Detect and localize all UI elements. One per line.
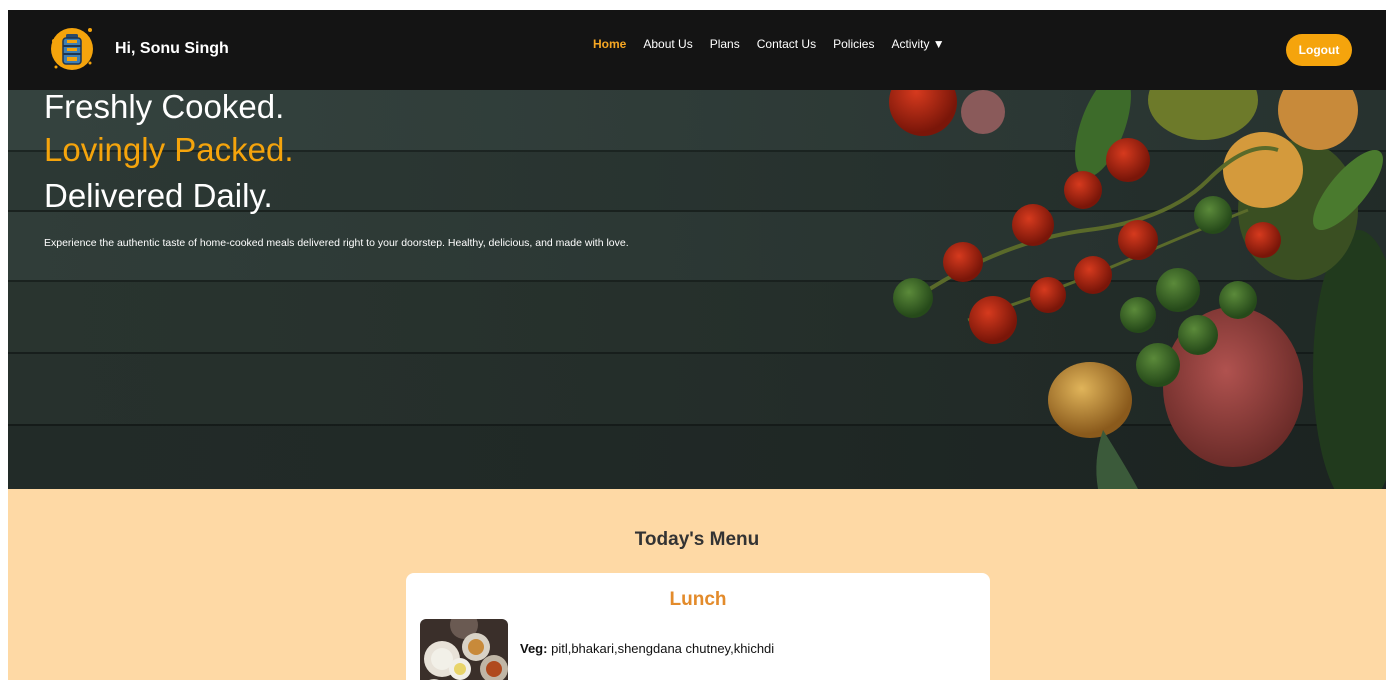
- meal-thali-image: [420, 619, 508, 680]
- nav-plans[interactable]: Plans: [710, 37, 740, 51]
- hero-banner: Freshly Cooked. Lovingly Packed. Deliver…: [8, 90, 1386, 489]
- hero-heading-line-2: Lovingly Packed.: [44, 131, 294, 168]
- lunch-card: Lunch Veg: pitl,bhakari,shengdana chutne…: [406, 573, 990, 680]
- navbar: Hi, Sonu Singh Home About Us Plans Conta…: [8, 10, 1386, 90]
- nav-about-us[interactable]: About Us: [643, 37, 692, 51]
- logout-button[interactable]: Logout: [1286, 34, 1352, 66]
- nav-contact-us[interactable]: Contact Us: [757, 37, 816, 51]
- meal-item-veg: Veg: pitl,bhakari,shengdana chutney,khic…: [520, 641, 774, 656]
- card-title: Lunch: [669, 589, 727, 610]
- nav-activity-dropdown[interactable]: Activity ▼: [891, 37, 944, 51]
- hero-description: Experience the authentic taste of home-c…: [44, 237, 629, 249]
- user-greeting: Hi, Sonu Singh: [115, 40, 229, 57]
- todays-menu-section: Today's Menu Lunch Veg: pitl,bhakari,she…: [8, 489, 1386, 680]
- meal-item-label: Veg:: [520, 641, 548, 656]
- menu-heading: Today's Menu: [634, 529, 760, 550]
- nav-policies[interactable]: Policies: [833, 37, 874, 51]
- nav-home[interactable]: Home: [593, 37, 626, 51]
- hero-heading-line-1: Freshly Cooked.: [44, 90, 285, 125]
- meal-item-value: pitl,bhakari,shengdana chutney,khichdi: [551, 641, 775, 656]
- lunchbox-icon: [51, 28, 93, 70]
- main-nav: Home About Us Plans Contact Us Policies …: [593, 37, 962, 51]
- page-frame: Hi, Sonu Singh Home About Us Plans Conta…: [8, 10, 1386, 680]
- hero-heading-line-3: Delivered Daily.: [44, 177, 273, 214]
